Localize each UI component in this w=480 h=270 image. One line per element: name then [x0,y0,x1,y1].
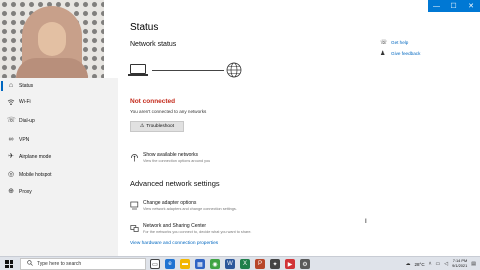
sidebar-item-label: Wi-Fi [19,99,31,105]
advanced-settings-heading: Advanced network settings [130,179,220,188]
connection-status-text: Not connected [130,98,176,105]
troubleshoot-button[interactable]: ⚠ Troubleshoot [130,121,184,132]
chrome-icon[interactable]: ◉ [210,259,220,269]
taskbar-clock[interactable]: 7:14 PM 9/1/2021 [452,259,467,268]
connection-line [152,70,224,71]
sidebar-item-label: Status [19,83,34,89]
network-diagram [128,60,260,82]
weather-temperature[interactable]: 28°C [415,262,425,267]
clock-date: 9/1/2021 [452,263,468,268]
show-networks-title: Show available networks [143,152,199,158]
sidebar-item-label: VPN [19,137,30,143]
maximize-button[interactable]: ☐ [445,0,462,12]
taskbar-pinned-apps: ▭ e ▬ ▦ ◉ W X P ✦ ▶ ⚙ [150,259,310,269]
network-icon[interactable]: ▭ [436,261,441,267]
settings-gear-icon[interactable]: ⚙ [300,259,310,269]
dialup-icon: ☏ [7,117,16,124]
sidebar-item-wifi[interactable]: Wi-Fi [0,95,118,109]
excel-icon[interactable]: X [240,259,250,269]
windows-logo-icon [5,260,9,264]
windows-logo-pane [9,264,13,268]
taskbar-search-box[interactable]: Type here to search [20,258,146,270]
windows-logo-pane [5,264,9,268]
volume-icon[interactable]: ◁ [444,261,448,267]
active-indicator [1,81,3,91]
computer-base [128,74,148,76]
app-icon[interactable]: ✦ [270,259,280,269]
taskbar: Type here to search ▭ e ▬ ▦ ◉ W X P ✦ ▶ … [0,256,480,270]
text-cursor-icon: Ⅰ [365,219,367,225]
sidebar-item-label: Airplane mode [19,154,52,160]
word-icon[interactable]: W [225,259,235,269]
page-title: Status [130,22,159,33]
internet-globe-icon [226,62,242,78]
show-networks-subtitle: View the connection options around you [143,159,211,163]
hotspot-icon: ◎ [7,171,15,178]
weather-icon: ☁ [405,261,411,267]
adapter-icon [130,201,139,210]
warning-icon: ⚠ [139,124,145,129]
windows-logo-pane [9,260,13,264]
vpn-icon: ∞ [8,136,14,143]
home-icon: ⌂ [8,82,14,89]
window-controls: — ☐ ✕ [428,0,480,12]
feedback-icon: ♟ [380,51,386,57]
sharing-center-title: Network and Sharing Center [143,223,207,229]
webcam-person-body [16,58,88,78]
antenna-icon [130,153,139,162]
search-placeholder: Type here to search [37,261,82,267]
airplane-icon: ✈ [8,153,14,160]
sharing-center-subtitle: For the networks you connect to, decide … [143,230,252,234]
change-adapter-title: Change adapter options [143,200,197,206]
sidebar-item-status[interactable]: ⌂ Status [0,79,118,93]
wifi-icon [7,98,15,106]
system-tray: ☁ 28°C ˄ ▭ ◁ 7:14 PM 9/1/2021 ▤ [406,258,476,270]
connection-status-detail: You aren't connected to any networks [130,109,207,114]
sidebar-item-mobile-hotspot[interactable]: ◎ Mobile hotspot [0,168,118,182]
give-feedback-link[interactable]: ♟ Give feedback [380,50,420,57]
sidebar-item-dialup[interactable]: ☏ Dial-up [0,114,118,128]
sidebar-item-airplane-mode[interactable]: ✈ Airplane mode [0,150,118,164]
file-explorer-icon[interactable]: ▬ [180,259,190,269]
network-status-heading: Network status [130,41,177,48]
sharing-center-icon [130,224,139,233]
sidebar-item-label: Dial-up [19,118,35,124]
edge-icon[interactable]: e [165,259,175,269]
get-help-link[interactable]: ☏ Get help [380,39,408,46]
task-view-icon[interactable]: ▭ [150,259,160,269]
globe-icon: ⊕ [8,188,14,195]
powerpoint-icon[interactable]: P [255,259,265,269]
webcam-person-face [38,22,66,56]
media-icon[interactable]: ▶ [285,259,295,269]
view-properties-link[interactable]: View hardware and connection properties [130,241,218,246]
main-panel: — ☐ ✕ Status Network status Not connecte… [118,0,480,256]
sidebar-item-proxy[interactable]: ⊕ Proxy [0,185,118,199]
minimize-button[interactable]: — [428,0,445,12]
webcam-overlay [0,0,104,78]
get-help-label: Get help [391,40,409,45]
help-icon: ☏ [380,40,388,46]
settings-sidebar: ⌂ Status Wi-Fi ☏ Dial-up ∞ VPN ✈ Airplan… [0,78,118,256]
notifications-icon[interactable]: ▤ [471,261,476,267]
chevron-up-icon[interactable]: ˄ [429,261,432,267]
close-button[interactable]: ✕ [462,0,480,12]
sidebar-item-vpn[interactable]: ∞ VPN [0,133,118,147]
troubleshoot-label: Troubleshoot [146,124,175,129]
store-icon[interactable]: ▦ [195,259,205,269]
change-adapter-subtitle: View network adapters and change connect… [143,207,237,211]
sidebar-item-label: Proxy [19,189,32,195]
sidebar-item-label: Mobile hotspot [19,172,52,178]
start-button[interactable] [5,260,13,268]
computer-icon [130,64,146,74]
search-icon [27,260,33,268]
give-feedback-label: Give feedback [391,51,421,56]
